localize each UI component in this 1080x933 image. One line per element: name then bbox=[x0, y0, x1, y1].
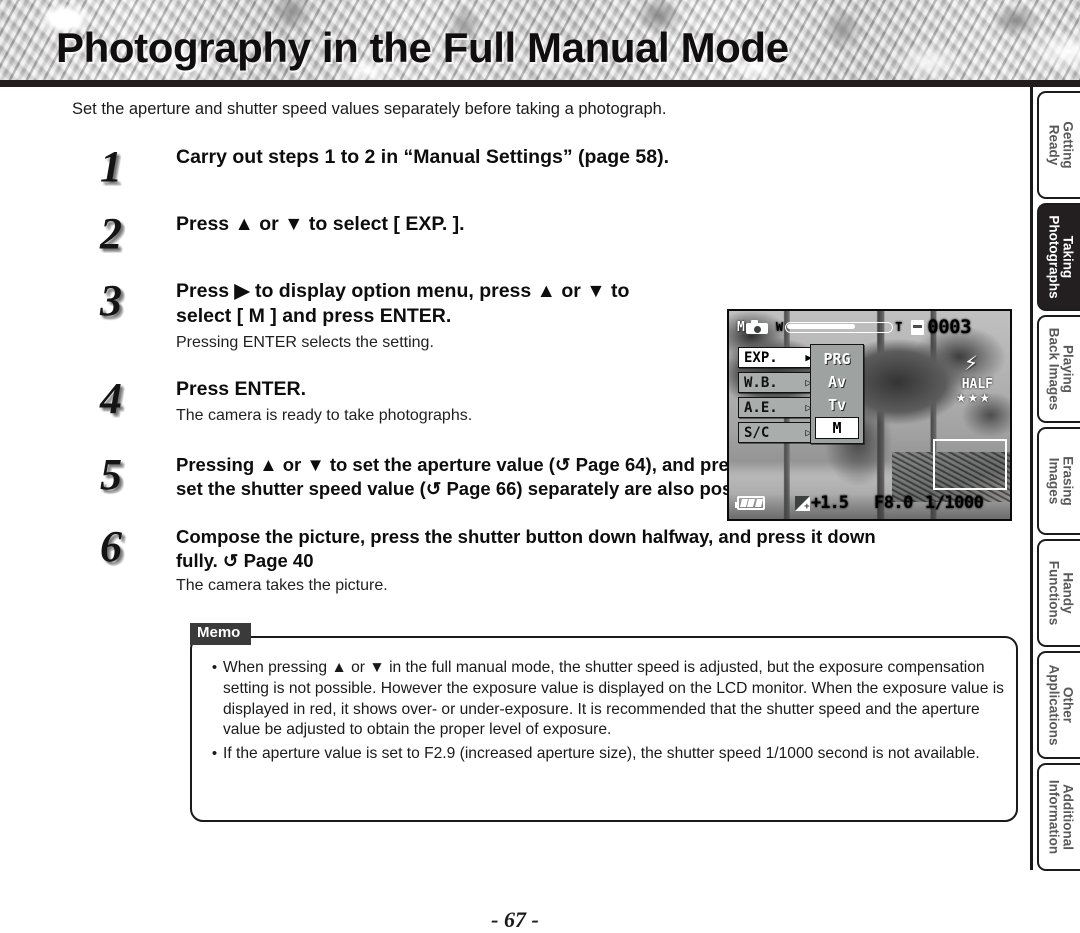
exposure-compensation-icon bbox=[795, 495, 810, 512]
step-1-heading: Carry out steps 1 to 2 in “Manual Settin… bbox=[176, 146, 670, 168]
flash-icon: ⚡ bbox=[963, 351, 978, 375]
step-2-heading: Press ▲ or ▼ to select [ EXP. ]. bbox=[176, 213, 465, 235]
memory-card-icon bbox=[911, 319, 925, 335]
sidebar-tab-other-applications-label: Other Applications bbox=[1045, 664, 1075, 746]
step-4-number: 4 bbox=[100, 374, 122, 423]
step-3-number: 3 bbox=[100, 276, 122, 325]
step-6-number: 6 bbox=[100, 522, 122, 571]
focus-frame bbox=[933, 439, 1007, 490]
lcd-menu-item-exp-label: EXP. bbox=[744, 349, 778, 366]
sidebar-tab-handy-functions[interactable]: Handy Functions bbox=[1037, 539, 1080, 647]
step-3-heading-line1: Press ▶ to display option menu, press ▲ … bbox=[176, 280, 630, 302]
sidebar-tab-erasing-images-label: Erasing Images bbox=[1045, 456, 1075, 506]
camera-icon bbox=[745, 320, 768, 334]
page-content: Set the aperture and shutter speed value… bbox=[0, 87, 1030, 932]
step-2-number: 2 bbox=[100, 209, 122, 258]
tab-rail-spine bbox=[1030, 87, 1033, 870]
battery-icon bbox=[735, 496, 765, 510]
sidebar-tab-playing-back-images[interactable]: Playing Back Images bbox=[1037, 315, 1080, 423]
memo-item: • When pressing ▲ or ▼ in the full manua… bbox=[206, 658, 1006, 741]
lcd-option-tv[interactable]: Tv bbox=[815, 394, 859, 416]
memo-box: Memo • When pressing ▲ or ▼ in the full … bbox=[190, 623, 1018, 822]
intro-text: Set the aperture and shutter speed value… bbox=[72, 100, 667, 118]
page-number: - 67 - bbox=[491, 907, 539, 932]
page-title: Photography in the Full Manual Mode bbox=[56, 24, 789, 71]
lcd-option-av[interactable]: Av bbox=[815, 371, 859, 393]
memo-item-text: When pressing ▲ or ▼ in the full manual … bbox=[223, 659, 1004, 739]
sidebar-tab-playing-back-images-label: Playing Back Images bbox=[1045, 327, 1075, 411]
zoom-tele-label: T bbox=[895, 320, 903, 334]
sidebar-tab-additional-information[interactable]: Additional Information bbox=[1037, 763, 1080, 871]
lcd-menu-item-sc[interactable]: S/C ▷ bbox=[738, 422, 816, 443]
lcd-menu-item-wb-label: W.B. bbox=[744, 374, 778, 391]
zoom-slider[interactable] bbox=[785, 321, 894, 333]
sidebar-tab-taking-photographs-label: Taking Photographs bbox=[1045, 215, 1075, 299]
exposure-compensation-value: +1.5 bbox=[811, 493, 849, 513]
lcd-bottom-status-bar: +1.5 F8.0 1/1000 bbox=[735, 493, 1007, 513]
lcd-option-menu: PRG Av Tv M bbox=[810, 344, 864, 444]
sidebar-tab-handy-functions-label: Handy Functions bbox=[1045, 560, 1075, 626]
sidebar-tab-taking-photographs[interactable]: Taking Photographs bbox=[1037, 203, 1080, 311]
step-1-number: 1 bbox=[100, 142, 122, 191]
step-3-heading-line2: select [ M ] and press ENTER. bbox=[176, 304, 452, 327]
memo-list: • When pressing ▲ or ▼ in the full manua… bbox=[206, 658, 1006, 768]
section-tab-rail: Getting Ready Taking Photographs Playing Ba… bbox=[1030, 87, 1080, 871]
lcd-mode-letter: M bbox=[737, 319, 745, 335]
lcd-monitor-illustration: M W T 0003 EXP. ▶ W.B. ▷ A.E. ▷ S/C ▷ PR… bbox=[727, 309, 1012, 521]
lcd-menu-item-wb[interactable]: W.B. ▷ bbox=[738, 372, 816, 393]
bullet-icon: • bbox=[211, 659, 218, 676]
quality-stars-icon: ★★★ bbox=[955, 391, 991, 405]
header-divider-rule bbox=[0, 80, 1080, 87]
lcd-menu-item-sc-label: S/C bbox=[744, 424, 770, 441]
step-6-note: The camera takes the picture. bbox=[176, 577, 388, 595]
bullet-icon: • bbox=[211, 745, 218, 763]
half-press-label: HALF bbox=[961, 377, 993, 392]
lcd-option-m[interactable]: M bbox=[815, 417, 859, 439]
shutter-speed-value: 1/1000 bbox=[924, 493, 984, 513]
memo-item-text: If the aperture value is set to F2.9 (in… bbox=[223, 745, 980, 763]
memo-item: • If the aperture value is set to F2.9 (… bbox=[206, 744, 1006, 765]
lcd-top-status-bar: M W T 0003 bbox=[737, 316, 1007, 338]
lcd-menu-item-ae[interactable]: A.E. ▷ bbox=[738, 397, 816, 418]
lcd-menu-item-ae-label: A.E. bbox=[744, 399, 778, 416]
sidebar-tab-other-applications[interactable]: Other Applications bbox=[1037, 651, 1080, 759]
step-3-note: Pressing ENTER selects the setting. bbox=[176, 333, 434, 351]
step-4-heading: Press ENTER. bbox=[176, 378, 307, 400]
sidebar-tab-additional-information-label: Additional Information bbox=[1045, 779, 1075, 855]
zoom-wide-label: W bbox=[775, 320, 784, 334]
aperture-value: F8.0 bbox=[873, 493, 913, 513]
frame-count: 0003 bbox=[927, 316, 972, 338]
step-6-heading-line2: fully. ↺ Page 40 bbox=[176, 549, 314, 571]
step-4-note: The camera is ready to take photographs. bbox=[176, 406, 473, 424]
lcd-menu-column: EXP. ▶ W.B. ▷ A.E. ▷ S/C ▷ bbox=[738, 347, 816, 447]
memo-label: Memo bbox=[190, 623, 252, 645]
sidebar-tab-erasing-images[interactable]: Erasing Images bbox=[1037, 427, 1080, 535]
lcd-option-prg[interactable]: PRG bbox=[815, 348, 859, 370]
step-5-number: 5 bbox=[100, 450, 122, 499]
lcd-menu-item-exp[interactable]: EXP. ▶ bbox=[738, 347, 816, 368]
sidebar-tab-getting-ready[interactable]: Getting Ready bbox=[1037, 91, 1080, 199]
sidebar-tab-getting-ready-label: Getting Ready bbox=[1045, 121, 1075, 169]
step-6-heading-line1: Compose the picture, press the shutter b… bbox=[176, 526, 876, 547]
